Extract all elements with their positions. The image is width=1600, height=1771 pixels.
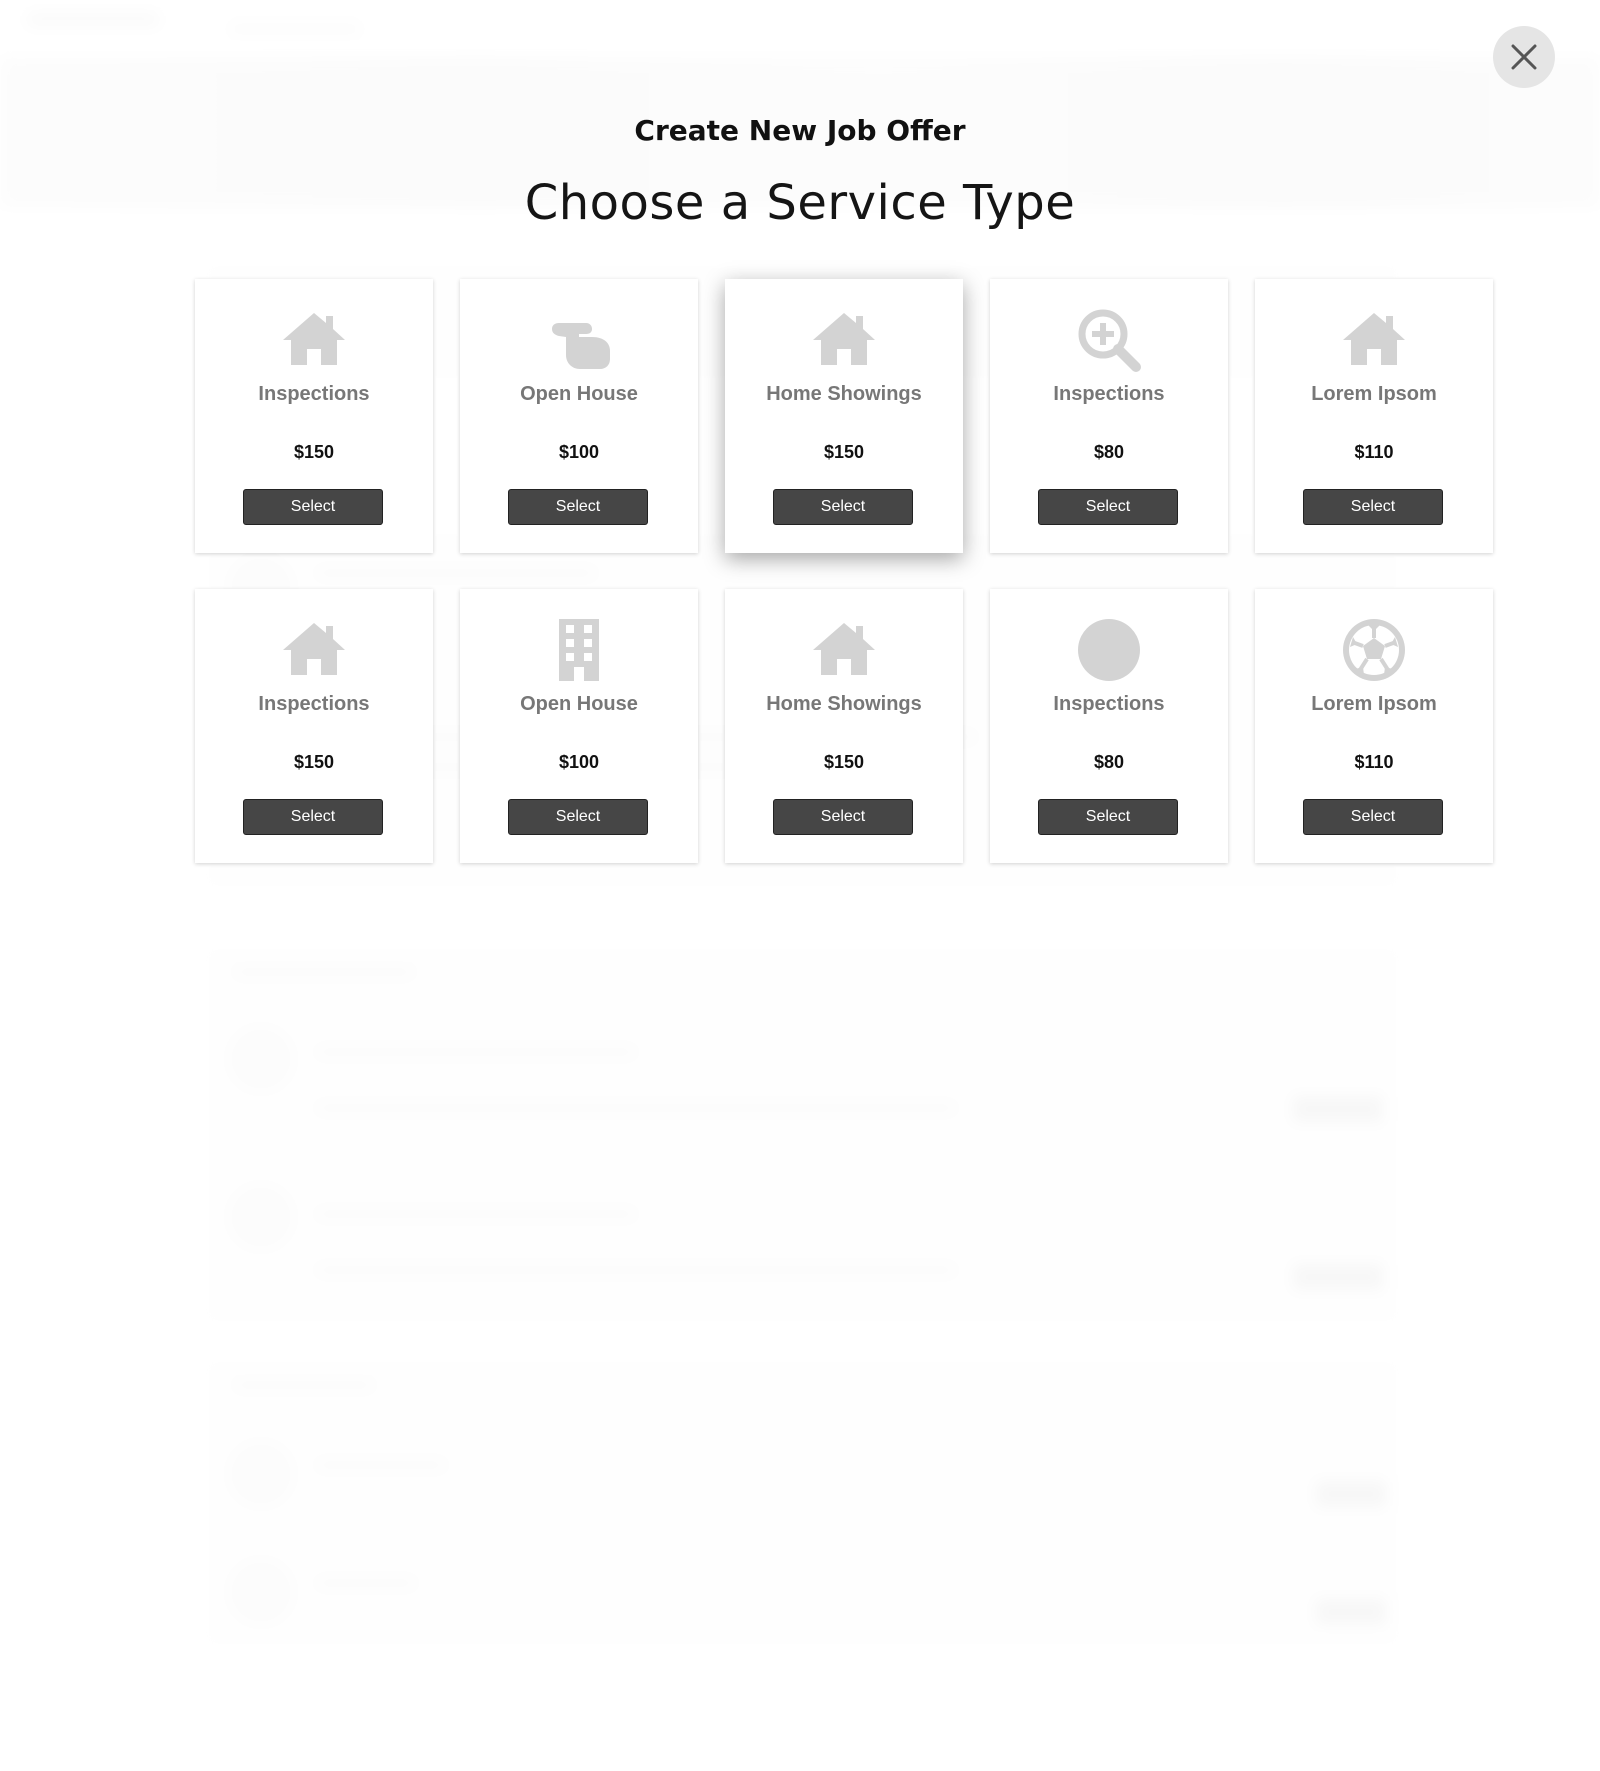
service-card[interactable]: Home Showings $150 Select [725, 589, 963, 863]
service-name: Open House [520, 383, 638, 405]
service-price: $150 [823, 752, 865, 772]
close-icon [1511, 44, 1537, 70]
select-button[interactable]: Select [773, 489, 913, 525]
service-name: Lorem Ipsom [1311, 383, 1437, 405]
service-price: $150 [293, 752, 335, 772]
service-name: Inspections [258, 693, 370, 715]
service-price: $110 [1354, 442, 1394, 462]
service-price: $80 [1093, 752, 1125, 772]
service-card[interactable]: Inspections $150 Select [195, 279, 433, 553]
service-name: Inspections [1053, 383, 1165, 405]
circle-icon [990, 617, 1228, 683]
service-type-grid: Inspections $150 Select Open House $100 … [195, 279, 1493, 864]
close-button[interactable] [1493, 26, 1555, 88]
hand-peace-icon [460, 307, 698, 373]
service-price: $100 [558, 752, 600, 772]
select-button[interactable]: Select [243, 799, 383, 835]
service-name: Lorem Ipsom [1311, 693, 1437, 715]
select-button[interactable]: Select [243, 489, 383, 525]
select-button[interactable]: Select [1038, 799, 1178, 835]
service-name: Inspections [258, 383, 370, 405]
zoom-in-icon [990, 307, 1228, 373]
soccer-ball-icon [1255, 617, 1493, 683]
modal-subtitle: Choose a Service Type [524, 175, 1076, 231]
service-price: $100 [558, 442, 600, 462]
service-card[interactable]: Lorem Ipsom $110 Select [1255, 279, 1493, 553]
service-card[interactable]: Open House $100 Select [460, 589, 698, 863]
service-card[interactable]: Open House $100 Select [460, 279, 698, 553]
select-button[interactable]: Select [508, 799, 648, 835]
modal-overlay [0, 0, 1600, 1771]
select-button[interactable]: Select [1303, 489, 1443, 525]
select-button[interactable]: Select [1303, 799, 1443, 835]
service-price: $150 [823, 442, 865, 462]
service-name: Home Showings [766, 693, 922, 715]
service-name: Home Showings [766, 383, 922, 405]
service-price: $150 [293, 442, 335, 462]
screen: Create New Job Offer Choose a Service Ty… [0, 0, 1600, 1771]
service-price: $80 [1093, 442, 1125, 462]
select-button[interactable]: Select [773, 799, 913, 835]
service-card[interactable]: Lorem Ipsom $110 Select [1255, 589, 1493, 863]
house-icon [1255, 307, 1493, 373]
service-card[interactable]: Inspections $80 Select [990, 279, 1228, 553]
house-icon [195, 307, 433, 373]
house-icon [725, 307, 963, 373]
select-button[interactable]: Select [508, 489, 648, 525]
service-card[interactable]: Inspections $80 Select [990, 589, 1228, 863]
building-icon [460, 617, 698, 683]
house-icon [725, 617, 963, 683]
service-card[interactable]: Inspections $150 Select [195, 589, 433, 863]
select-button[interactable]: Select [1038, 489, 1178, 525]
modal-title: Create New Job Offer [634, 114, 966, 147]
service-card[interactable]: Home Showings $150 Select [725, 279, 963, 553]
house-icon [195, 617, 433, 683]
service-name: Inspections [1053, 693, 1165, 715]
service-name: Open House [520, 693, 638, 715]
service-price: $110 [1354, 752, 1394, 772]
